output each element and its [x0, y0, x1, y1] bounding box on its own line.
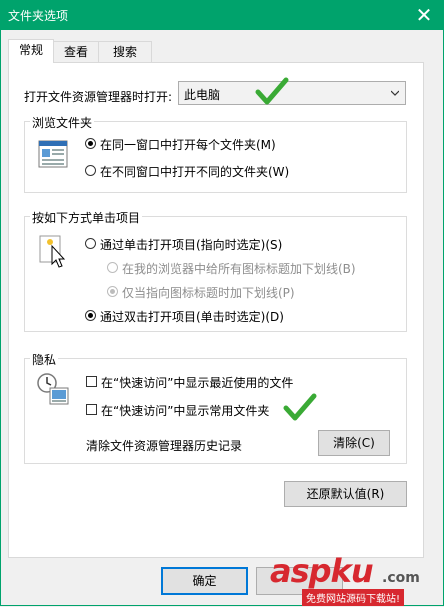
close-button[interactable]: ✕	[404, 0, 444, 30]
window-icon	[38, 140, 68, 168]
watermark-logo-text: aspku	[270, 552, 374, 590]
click-items-title: 按如下方式单击项目	[30, 209, 143, 226]
tab-search[interactable]: 搜索	[98, 41, 152, 63]
watermark-domain: .com	[382, 570, 420, 586]
radio-different-window[interactable]	[85, 165, 96, 176]
tab-view[interactable]: 查看	[52, 41, 100, 63]
clear-history-label: 清除文件资源管理器历史记录	[86, 439, 243, 453]
checkbox-recent-files[interactable]	[86, 376, 97, 387]
tab-label: 常规	[18, 43, 43, 57]
check-mark-annotation-icon	[283, 393, 317, 421]
restore-defaults-button[interactable]: 还原默认值(R)	[284, 481, 407, 507]
open-explorer-select[interactable]: 此电脑	[178, 81, 406, 105]
option-single-click-label: 通过单击打开项目(指向时选定)(S)	[100, 238, 283, 252]
privacy-clock-icon	[37, 373, 69, 405]
option-double-click-label: 通过双击打开项目(单击时选定)(D)	[100, 310, 284, 324]
window-title: 文件夹选项	[8, 9, 69, 23]
open-explorer-label: 打开文件资源管理器时打开:	[24, 90, 173, 104]
chevron-down-icon	[391, 90, 399, 96]
title-bar: 文件夹选项 ✕	[0, 0, 444, 30]
checkbox-frequent-folders[interactable]	[86, 404, 97, 415]
radio-underline-all[interactable]	[107, 262, 118, 273]
watermark: aspku .com 免费网站源码下载站!	[270, 552, 440, 606]
check-mark-annotation-icon	[255, 77, 289, 105]
close-icon: ✕	[415, 3, 433, 27]
tab-general[interactable]: 常规	[8, 39, 54, 63]
browse-folders-group	[24, 121, 407, 193]
clear-button[interactable]: 清除(C)	[318, 430, 390, 456]
browse-folders-title: 浏览文件夹	[30, 114, 95, 131]
watermark-tagline: 免费网站源码下载站!	[302, 589, 405, 606]
tab-label: 搜索	[112, 45, 137, 59]
radio-single-click[interactable]	[85, 238, 96, 249]
option-different-window-label: 在不同窗口中打开不同的文件夹(W)	[100, 165, 290, 179]
pointer-click-icon	[39, 235, 66, 268]
privacy-title: 隐私	[30, 351, 59, 368]
radio-same-window[interactable]	[85, 138, 96, 149]
open-explorer-value: 此电脑	[184, 88, 221, 102]
radio-underline-hover[interactable]	[107, 286, 118, 297]
option-underline-hover-label: 仅当指向图标标题时加下划线(P)	[122, 286, 295, 300]
recent-files-label: 在“快速访问”中显示最近使用的文件	[101, 376, 294, 390]
option-same-window-label: 在同一窗口中打开每个文件夹(M)	[100, 138, 276, 152]
frequent-folders-label: 在“快速访问”中显示常用文件夹	[101, 404, 270, 418]
radio-double-click[interactable]	[85, 310, 96, 321]
option-underline-all-label: 在我的浏览器中给所有图标标题加下划线(B)	[122, 262, 356, 276]
tab-label: 查看	[63, 45, 88, 59]
ok-button[interactable]: 确定	[161, 567, 248, 595]
